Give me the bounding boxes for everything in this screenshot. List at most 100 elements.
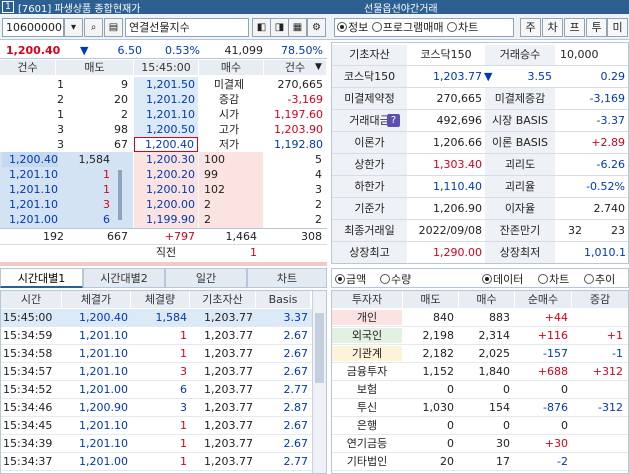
ask-price[interactable]: 1,200.50 <box>134 122 198 137</box>
info-label-open-interest: 미결제 <box>213 78 245 91</box>
radio-chart-icon <box>446 22 457 32</box>
it-label: 잔존만기 <box>485 220 555 241</box>
bid-price[interactable]: 1,200.10 <box>134 182 198 197</box>
it-label: 이론 BASIS <box>485 132 555 153</box>
info-label-low: 저가 <box>218 138 240 151</box>
ask-count: 1 <box>57 78 64 91</box>
bid-price[interactable]: 1,199.90 <box>134 212 198 227</box>
tab-chart[interactable]: 차트 <box>247 268 327 288</box>
tt-row-divider <box>1 398 312 399</box>
last-label: 직전 <box>155 246 177 259</box>
bid-price[interactable]: 1,200.30 <box>134 152 198 167</box>
it-value: -6.26 <box>596 158 625 171</box>
tick-price: 1,201.00 <box>9 213 58 226</box>
tt-cell: 1,203.77 <box>204 419 253 432</box>
tt-cell: 1,203.77 <box>204 311 253 324</box>
radio-investor-chart[interactable]: 차트 <box>538 271 569 287</box>
investor-name: 보험 <box>332 382 402 397</box>
btn-chart[interactable]: 차 <box>542 18 563 37</box>
btn-stock[interactable]: 주 <box>520 18 541 37</box>
ob-dropdown-icon[interactable]: ▼ <box>315 62 322 72</box>
investor-value: 0 <box>561 419 568 432</box>
tt-scrollbar[interactable] <box>312 291 326 473</box>
investor-value: 0 <box>447 437 454 450</box>
investor-value <box>573 382 623 397</box>
ask-count: 3 <box>57 123 64 136</box>
it-label: 시장 BASIS <box>485 110 555 131</box>
ask-price[interactable]: 1,201.10 <box>134 107 198 122</box>
tt-header-qty: 체결량 <box>131 291 189 308</box>
filter-icon[interactable]: ▤ <box>104 18 123 37</box>
code-input[interactable]: 10600000 <box>2 18 64 37</box>
ask-price[interactable]: 1,201.50 <box>134 77 198 92</box>
next-icon[interactable]: ◨ <box>270 18 289 37</box>
tt-cell: 15:34:39 <box>3 437 53 450</box>
tt-cell: 2.67 <box>283 365 309 378</box>
it-value: 2.740 <box>593 202 626 215</box>
investor-value: 2,182 <box>422 347 455 360</box>
tab-daily[interactable]: 일간 <box>165 268 247 288</box>
tt-cell: 15:34:52 <box>3 383 53 396</box>
radio-trend[interactable]: 추이 <box>584 271 615 287</box>
bid-price[interactable]: 1,200.00 <box>134 197 198 212</box>
investor-value: 2,025 <box>478 347 511 360</box>
inv-row-divider <box>332 452 628 453</box>
it-value: 492,696 <box>436 114 483 127</box>
total-volume: 41,099 <box>224 44 264 57</box>
investor-name: 기관계 <box>332 346 402 361</box>
btn-investor[interactable]: 투 <box>586 18 607 37</box>
radio-qty[interactable]: 수량 <box>380 271 411 287</box>
investor-name: 투신 <box>332 400 402 415</box>
investor-value: -2 <box>557 455 568 468</box>
tt-scroll-thumb[interactable] <box>315 313 324 383</box>
radio-info[interactable]: 정보 <box>337 21 368 34</box>
gear-icon[interactable]: ⚙ <box>307 18 326 37</box>
tt-cell: 2.67 <box>283 419 309 432</box>
volume-ratio: 78.50% <box>281 44 323 57</box>
bid-price[interactable]: 1,200.20 <box>134 167 198 182</box>
tt-cell: 1,201.00 <box>79 455 128 468</box>
total-ask-count: 192 <box>43 230 64 243</box>
help-icon[interactable]: ? <box>387 114 400 127</box>
radio-program[interactable]: 프로그램매매 <box>371 21 443 34</box>
night-trading-label[interactable]: 선물옵션야간거래 <box>364 0 438 14</box>
ask-count: 3 <box>57 138 64 151</box>
radio-data[interactable]: 데이터 <box>482 271 523 287</box>
it-label: 상장최고 <box>332 242 407 263</box>
radio-amount[interactable]: 금액 <box>335 271 366 287</box>
pressure-bar <box>0 262 327 266</box>
grid-icon[interactable]: ▦ <box>288 18 307 37</box>
it-label: 괴리도 <box>485 154 555 175</box>
search-icon[interactable]: ⌕ <box>84 18 103 37</box>
ob-header-ask-qty: 매도 <box>56 60 133 75</box>
btn-unsettled[interactable]: 미 <box>607 18 628 37</box>
radio-trend-icon <box>584 274 594 284</box>
it-label: 상장최저 <box>485 242 555 263</box>
btn-program[interactable]: 프 <box>564 18 585 37</box>
radio-chart[interactable]: 차트 <box>446 21 478 34</box>
tt-cell: 1,203.77 <box>204 329 253 342</box>
ask-price[interactable]: 1,201.20 <box>134 92 198 107</box>
inv-header-net: 순매수 <box>515 291 571 308</box>
investor-value: +688 <box>537 365 568 378</box>
tt-cell: 1,201.00 <box>79 383 128 396</box>
bid-count: 5 <box>315 153 322 166</box>
investor-name: 외국인 <box>332 328 402 343</box>
code-dropdown-icon[interactable]: ▾ <box>64 18 83 37</box>
prev-icon[interactable]: ◧ <box>252 18 271 37</box>
investor-value: 840 <box>433 311 454 324</box>
inv-row-divider <box>332 416 628 417</box>
inv-row-divider <box>332 434 628 435</box>
tab-time2[interactable]: 시간대별2 <box>83 268 165 288</box>
bid-count: 2 <box>315 213 322 226</box>
radio-data-icon <box>482 274 492 284</box>
it-label: 하한가 <box>332 176 407 197</box>
investor-value: 0 <box>503 419 510 432</box>
ask-price-current[interactable]: 1,200.40 <box>134 137 198 152</box>
tt-cell: 1,203.77 <box>204 401 253 414</box>
investor-value: -157 <box>543 347 568 360</box>
tick-scrollbar[interactable] <box>118 170 122 220</box>
tt-cell: 2.87 <box>283 401 309 414</box>
it-label: 최종거래일 <box>332 220 407 241</box>
tab-time1[interactable]: 시간대별1 <box>0 268 83 288</box>
